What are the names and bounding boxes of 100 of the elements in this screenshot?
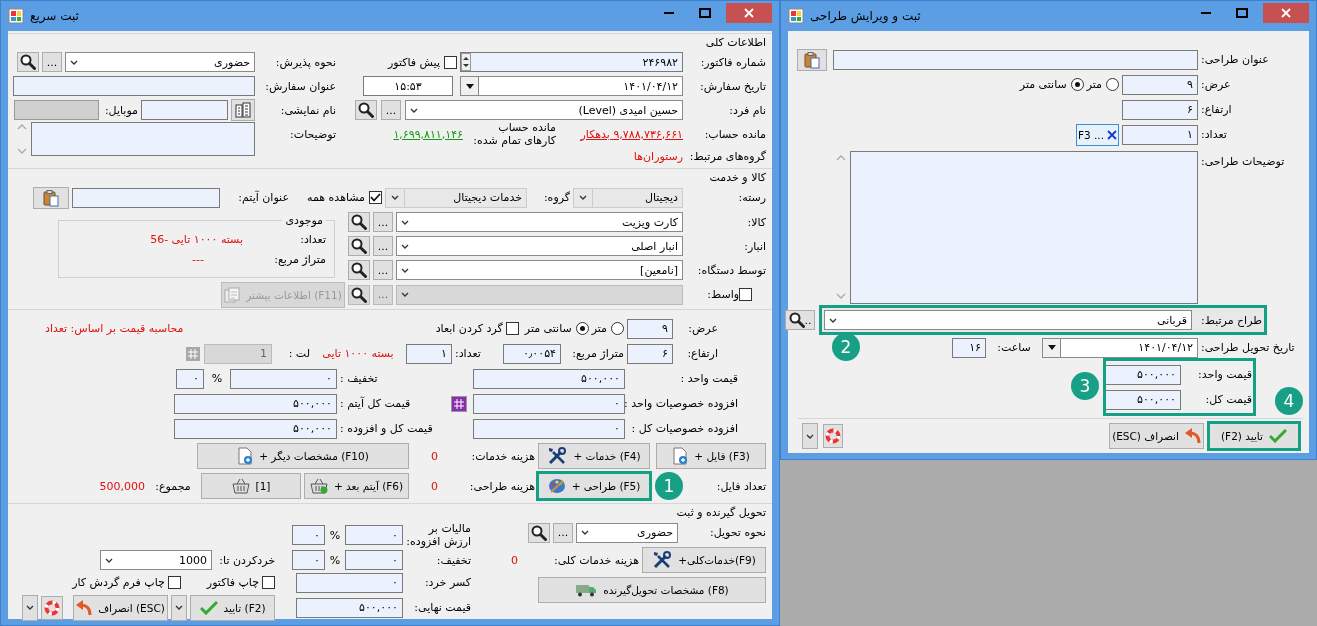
close-button[interactable]: [726, 3, 772, 23]
checkbox[interactable]: [167, 576, 181, 589]
help-button[interactable]: [823, 424, 843, 448]
input-field[interactable]: ۶: [1122, 99, 1198, 120]
input-field[interactable]: ۱۶: [952, 337, 986, 358]
radio-button[interactable]: [1070, 78, 1084, 91]
input-field[interactable]: ۰: [345, 550, 403, 570]
search-button[interactable]: ..: [785, 310, 815, 330]
dropdown[interactable]: حضوری: [65, 52, 255, 72]
more-button[interactable]: ...: [553, 522, 573, 543]
dropdown[interactable]: حسین امیدی (Level): [405, 100, 683, 120]
date-picker[interactable]: ۱۴۰۱/۰۴/۱۲: [1042, 337, 1198, 358]
input-field[interactable]: ۵۰۰,۰۰۰: [174, 393, 337, 414]
dropdown[interactable]: انبار اصلی: [396, 236, 683, 256]
search-button[interactable]: [528, 522, 550, 543]
input-field[interactable]: [72, 187, 220, 208]
input-field[interactable]: ۰: [345, 525, 403, 545]
input-field[interactable]: ۰: [230, 368, 337, 389]
date-picker[interactable]: ۱۴۰۱/۰۴/۱۲: [460, 76, 683, 96]
search-button[interactable]: [348, 284, 370, 305]
checkbox[interactable]: [262, 576, 275, 589]
search-button[interactable]: [348, 236, 370, 256]
input-field[interactable]: ۰: [296, 572, 403, 593]
checkbox[interactable]: [369, 191, 382, 204]
design-button[interactable]: + طراحی (F5): [538, 473, 650, 499]
checkbox[interactable]: [444, 55, 457, 69]
input-field[interactable]: ۰: [176, 368, 204, 389]
input-field[interactable]: ۶: [627, 343, 673, 364]
input-field[interactable]: ۵۰۰,۰۰۰: [1105, 389, 1181, 410]
dropdown[interactable]: دیجیتال: [573, 187, 683, 208]
general-services-button[interactable]: +خدمات‌کلی(F9): [642, 547, 766, 573]
input-field[interactable]: ۵۰۰,۰۰۰: [1105, 364, 1181, 385]
input-field[interactable]: ۰: [473, 393, 625, 414]
input-field[interactable]: ۰: [292, 550, 325, 570]
input-field[interactable]: ۵۰۰,۰۰۰: [296, 597, 403, 618]
dropdown[interactable]: خدمات دیجیتال: [385, 187, 527, 208]
input-field[interactable]: ۹: [627, 318, 673, 339]
search-button[interactable]: [348, 260, 370, 280]
dropdown[interactable]: [نامعین]: [396, 260, 683, 280]
file-button[interactable]: F3 ...: [1076, 123, 1119, 146]
input-field[interactable]: ۹: [1122, 74, 1198, 95]
recipient-button[interactable]: مشخصات تحویل‌گیرنده (F8): [538, 577, 766, 603]
radio-button[interactable]: [611, 322, 624, 335]
input-field[interactable]: ۰٫۰۰۵۴: [503, 343, 561, 364]
input-field[interactable]: [833, 49, 1198, 70]
cancel-button[interactable]: (ESC) انصراف: [1109, 423, 1204, 449]
radio-button[interactable]: [1106, 78, 1119, 91]
checkbox[interactable]: [505, 322, 519, 335]
help-button[interactable]: [41, 595, 63, 620]
search-button[interactable]: [348, 212, 370, 232]
search-icon: [351, 262, 367, 278]
search-button[interactable]: [355, 100, 377, 120]
field-label: متر: [1086, 78, 1102, 91]
grid-icon: [452, 396, 466, 411]
input-field[interactable]: ۱۵:۵۳: [363, 76, 453, 96]
more-button[interactable]: ...: [373, 260, 393, 280]
more-button[interactable]: ...: [42, 52, 62, 72]
next-item-button[interactable]: + آیتم بعد (F6): [304, 473, 409, 499]
building-button[interactable]: [231, 99, 255, 121]
input-field[interactable]: ۵۰۰,۰۰۰: [174, 418, 337, 439]
dropdown-button[interactable]: [171, 594, 187, 621]
search-button[interactable]: [17, 52, 39, 72]
services-button[interactable]: + خدمات (F4): [538, 443, 650, 469]
lifebuoy-icon: [825, 428, 841, 444]
input-field[interactable]: [141, 100, 228, 120]
input-field[interactable]: ۱: [1122, 124, 1198, 145]
check-icon: [199, 600, 218, 615]
paste-button[interactable]: [33, 186, 69, 209]
cart-button[interactable]: [1]: [201, 473, 301, 499]
caret-icon: [391, 195, 399, 200]
field-label: تاریخ سفارش:: [700, 79, 766, 93]
other-specs-button[interactable]: + مشخصات دیگر (F10): [197, 443, 409, 469]
balance-link[interactable]: ۹,۷۸۸,۷۳۶,۶۶۱ بدهکار: [580, 127, 683, 141]
input-field[interactable]: ۱: [406, 343, 452, 364]
add-file-button[interactable]: + فایل (F3): [656, 443, 766, 469]
input-field[interactable]: [13, 76, 255, 96]
radio-button[interactable]: [575, 322, 589, 335]
input-field[interactable]: ۰: [292, 525, 325, 545]
dropdown[interactable]: 1000: [100, 550, 212, 570]
more-button[interactable]: ...: [373, 236, 393, 256]
more-button[interactable]: ...: [381, 100, 401, 120]
more-button[interactable]: ...: [373, 212, 393, 232]
dropdown[interactable]: قربانی: [824, 310, 1192, 330]
input-field[interactable]: [14, 100, 99, 120]
caret-icon: [401, 243, 409, 249]
close-icon: [1107, 129, 1118, 140]
input-field[interactable]: ۵۰۰,۰۰۰: [473, 368, 625, 389]
confirm-button[interactable]: (F2) تایید: [1209, 423, 1299, 449]
text-area[interactable]: [31, 122, 255, 156]
close-button[interactable]: [1263, 3, 1309, 23]
dropdown-button[interactable]: [22, 594, 38, 621]
grid-button[interactable]: [451, 395, 467, 412]
cancel-button[interactable]: انصراف (ESC): [73, 594, 168, 621]
dropdown[interactable]: حضوری: [576, 522, 678, 543]
clipboard-icon: [803, 50, 821, 69]
number-field[interactable]: ۲۴۶۹۸۲: [460, 52, 683, 72]
dropdown[interactable]: کارت ویزیت: [396, 212, 683, 232]
input-field[interactable]: ۰: [473, 418, 625, 439]
paste-button[interactable]: [797, 48, 827, 71]
confirm-button[interactable]: تایید (F2): [190, 594, 275, 621]
